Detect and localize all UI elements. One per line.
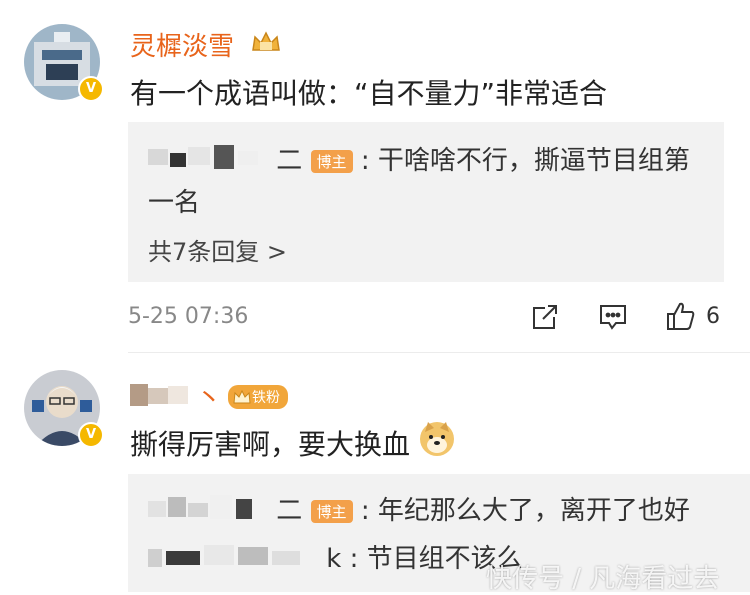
comment-icon[interactable] (598, 302, 628, 332)
masked-username (148, 541, 318, 578)
crown-icon (250, 30, 282, 54)
reply-author-suffix[interactable]: k (326, 544, 341, 574)
reply-text: : 年纪那么大了，离开了也好 (360, 496, 690, 526)
masked-username (130, 380, 190, 414)
verified-icon: V (78, 422, 104, 448)
comment-text-2-content: 撕得厉害啊，要大换血 (130, 427, 411, 461)
reply-box-1[interactable]: 二 博主 : 干啥啥不行，撕逼节目组第 一名 共7条回复 > (128, 122, 724, 282)
share-icon[interactable] (530, 302, 560, 332)
crown-icon (233, 389, 251, 403)
username-user2[interactable]: 丶 铁粉 (130, 378, 289, 415)
like-icon[interactable] (666, 300, 696, 330)
watermark: 快传号 / 凡海看过去 (486, 564, 720, 594)
timestamp: 5-25 07:36 (128, 304, 249, 329)
masked-username (148, 493, 268, 530)
like-count: 6 (706, 304, 720, 329)
reply-author-suffix[interactable]: 二 (276, 496, 302, 526)
divider (128, 352, 750, 353)
masked-username (148, 143, 268, 180)
more-replies-link[interactable]: 共7条回复 > (148, 232, 287, 267)
doge-emoji-icon (418, 420, 456, 465)
reply-text-line1: : 干啥啥不行，撕逼节目组第 (360, 146, 690, 176)
author-badge: 博主 (310, 150, 353, 173)
comment-text-2: 撕得厉害啊，要大换血 (130, 420, 456, 465)
comment-text-1: 有一个成语叫做：“自不量力”非常适合 (130, 77, 608, 110)
fan-badge-label: 铁粉 (252, 389, 281, 406)
username-suffix: 丶 (196, 384, 223, 414)
username-user1[interactable]: 灵樨淡雪 (130, 26, 234, 63)
verified-icon: V (78, 76, 104, 102)
reply-text-line2: 一名 (148, 188, 201, 218)
reply-author-suffix[interactable]: 二 (276, 146, 302, 176)
author-badge: 博主 (310, 500, 353, 523)
fan-badge: 铁粉 (228, 384, 289, 409)
